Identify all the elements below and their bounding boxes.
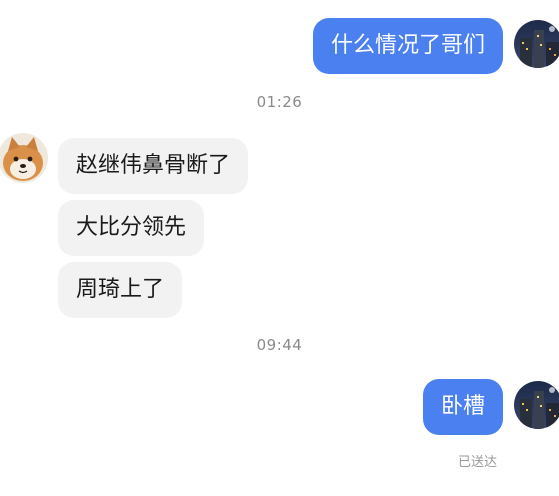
message-bubble-sent[interactable]: 什么情况了哥们 (312, 18, 503, 74)
timestamp: 01:26 (256, 93, 303, 111)
delivery-status: 已送达 (457, 455, 497, 470)
message-bubble-received[interactable]: 赵继伟鼻骨断了 (58, 138, 249, 194)
shiba-dog-avatar-image (0, 133, 48, 183)
message-bubble-received[interactable]: 周琦上了 (58, 262, 183, 318)
message-bubble-received[interactable]: 大比分领先 (58, 200, 205, 256)
timestamp: 09:44 (256, 336, 303, 354)
message-bubble-sent[interactable]: 卧槽 (422, 379, 503, 435)
night-city-avatar-image (514, 381, 559, 429)
contact-avatar[interactable] (0, 133, 48, 183)
my-avatar[interactable] (514, 20, 559, 68)
my-avatar[interactable] (514, 381, 559, 429)
night-city-avatar-image (514, 20, 559, 68)
